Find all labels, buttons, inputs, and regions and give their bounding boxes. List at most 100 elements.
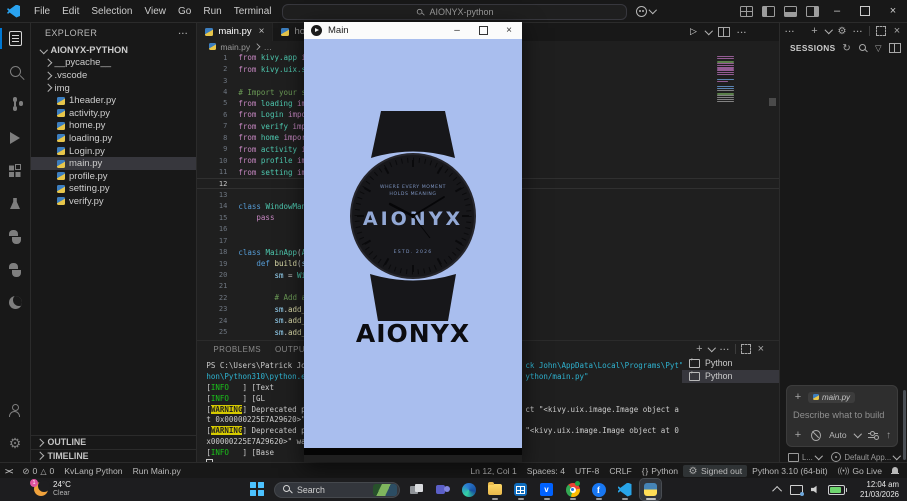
- go-live-button[interactable]: Go Live: [833, 466, 887, 476]
- settings-gear-icon[interactable]: [837, 25, 847, 37]
- indentation[interactable]: Spaces: 4: [522, 466, 570, 476]
- kivy-maximize-button[interactable]: [470, 22, 496, 39]
- explorer-item-activity-py[interactable]: activity.py: [31, 107, 196, 120]
- weather-widget[interactable]: 1 24°CClear: [34, 480, 71, 498]
- eol-sequence[interactable]: CRLF: [604, 466, 636, 476]
- display-tray-icon[interactable]: [790, 485, 803, 495]
- close-icon[interactable]: [892, 25, 902, 37]
- editor-scrollbar[interactable]: [769, 98, 776, 106]
- problems-indicator[interactable]: 0 0: [17, 466, 59, 477]
- explorer-item-__pycache__[interactable]: __pycache__: [31, 57, 196, 70]
- taskview-taskbar-icon[interactable]: [406, 479, 427, 500]
- context-chip[interactable]: main.py: [808, 392, 855, 403]
- explorer-root[interactable]: AIONYX-PYTHON: [31, 44, 196, 57]
- toggle-sidebar-icon[interactable]: [762, 6, 775, 17]
- new-terminal-icon[interactable]: [694, 343, 704, 355]
- scm-icon[interactable]: [0, 88, 30, 121]
- store-taskbar-icon[interactable]: [510, 479, 531, 500]
- tab-main-py[interactable]: main.py ×: [197, 22, 273, 41]
- explorer-taskbar-icon[interactable]: [484, 479, 505, 500]
- attach-icon[interactable]: [793, 429, 803, 441]
- language-mode[interactable]: { }Python: [637, 466, 683, 476]
- debug-icon[interactable]: [0, 121, 30, 154]
- menu-selection[interactable]: Selection: [85, 6, 138, 17]
- menu-file[interactable]: File: [28, 6, 56, 17]
- customize-layout-icon[interactable]: [740, 6, 753, 17]
- chevron-down-icon[interactable]: [824, 26, 832, 34]
- signed-out-status[interactable]: Signed out: [683, 465, 747, 477]
- kvlang-status[interactable]: KvLang Python: [59, 466, 127, 476]
- moon-icon[interactable]: [0, 286, 30, 319]
- battery-icon[interactable]: [828, 485, 845, 495]
- taskbar-search[interactable]: Search: [274, 482, 400, 498]
- run-python-file-icon[interactable]: [689, 26, 699, 38]
- send-icon[interactable]: ↑: [886, 430, 891, 441]
- dropbox-taskbar-icon[interactable]: v: [536, 479, 557, 500]
- teams-taskbar-icon[interactable]: [432, 479, 453, 500]
- terminal-dropdown-icon[interactable]: [708, 344, 716, 352]
- explorer-item-verify-py[interactable]: verify.py: [31, 195, 196, 208]
- flask-icon[interactable]: [0, 187, 30, 220]
- terminal-instance-python[interactable]: Python: [682, 370, 779, 383]
- search-sessions-icon[interactable]: [858, 43, 868, 54]
- split-view-icon[interactable]: [889, 43, 901, 53]
- panel-tab-problems[interactable]: PROBLEMS: [206, 345, 268, 354]
- explorer-item-main-py[interactable]: main.py: [31, 157, 196, 170]
- context-icon[interactable]: [811, 430, 821, 441]
- device-selector[interactable]: L...: [802, 453, 813, 462]
- explorer-item-setting-py[interactable]: setting.py: [31, 183, 196, 196]
- notifications-bell-icon[interactable]: [891, 467, 899, 475]
- facebook-taskbar-icon[interactable]: f: [588, 479, 609, 500]
- speaker-icon[interactable]: [811, 485, 820, 494]
- explorer-item-img[interactable]: img: [31, 82, 196, 95]
- kivy-titlebar[interactable]: Main – ×: [304, 22, 522, 39]
- breadcrumb-file[interactable]: main.py: [220, 42, 250, 52]
- run-task-status[interactable]: Run Main.py: [128, 466, 186, 476]
- python-taskbar-icon[interactable]: [640, 479, 661, 500]
- new-session-icon[interactable]: [810, 25, 820, 37]
- start-button[interactable]: [247, 479, 268, 500]
- sidebar-section-timeline[interactable]: TIMELINE: [31, 449, 196, 463]
- sidebar-section-outline[interactable]: OUTLINE: [31, 435, 196, 449]
- maximize-icon[interactable]: [876, 26, 886, 36]
- python-icon[interactable]: [0, 220, 30, 253]
- split-editor-icon[interactable]: [718, 27, 730, 37]
- minimap[interactable]: [717, 56, 743, 102]
- minimize-button[interactable]: –: [823, 0, 851, 22]
- model-selector[interactable]: Auto: [829, 430, 847, 440]
- vscode-taskbar-icon[interactable]: [614, 479, 635, 500]
- run-dropdown-icon[interactable]: [704, 27, 712, 35]
- explorer-item-home-py[interactable]: home.py: [31, 120, 196, 133]
- app-selector[interactable]: Default App...: [844, 453, 891, 462]
- remote-indicator[interactable]: ><: [0, 467, 17, 476]
- ai-chat-input[interactable]: main.py Describe what to build Auto ↑: [786, 385, 898, 447]
- cursor-position[interactable]: Ln 12, Col 1: [465, 466, 521, 476]
- menu-go[interactable]: Go: [172, 6, 197, 17]
- taskbar-clock[interactable]: 12:04 am 21/03/2026: [860, 480, 899, 499]
- encoding[interactable]: UTF-8: [570, 466, 604, 476]
- python-interpreter[interactable]: Python 3.10 (64-bit): [747, 466, 832, 476]
- menu-terminal[interactable]: Terminal: [228, 6, 278, 17]
- kivy-main-window[interactable]: Main – × WHERE EVERY MOMENT HOLDS MEANIN…: [304, 22, 522, 462]
- editor-more-icon[interactable]: [737, 26, 747, 38]
- explorer-more-icon[interactable]: [178, 27, 188, 39]
- copilot-button[interactable]: [633, 4, 659, 18]
- edge-taskbar-icon[interactable]: [458, 479, 479, 500]
- tools-icon[interactable]: [868, 431, 878, 440]
- menu-view[interactable]: View: [139, 6, 173, 17]
- terminal-instance-python[interactable]: Python: [682, 357, 779, 370]
- maximize-button[interactable]: [851, 0, 879, 22]
- search-input[interactable]: AIONYX-python: [282, 4, 627, 20]
- search-icon[interactable]: [0, 55, 30, 88]
- menu-run[interactable]: Run: [197, 6, 227, 17]
- kivy-minimize-button[interactable]: –: [444, 22, 470, 39]
- ext-icon[interactable]: [0, 154, 30, 187]
- filter-icon[interactable]: [873, 42, 883, 54]
- chrome-taskbar-icon[interactable]: [562, 479, 583, 500]
- kivy-close-button[interactable]: ×: [496, 22, 522, 39]
- explorer-item--vscode[interactable]: .vscode: [31, 69, 196, 82]
- explorer-icon[interactable]: [0, 22, 30, 55]
- explorer-item-loading-py[interactable]: loading.py: [31, 132, 196, 145]
- refresh-icon[interactable]: [842, 42, 852, 54]
- more-icon[interactable]: [853, 25, 863, 37]
